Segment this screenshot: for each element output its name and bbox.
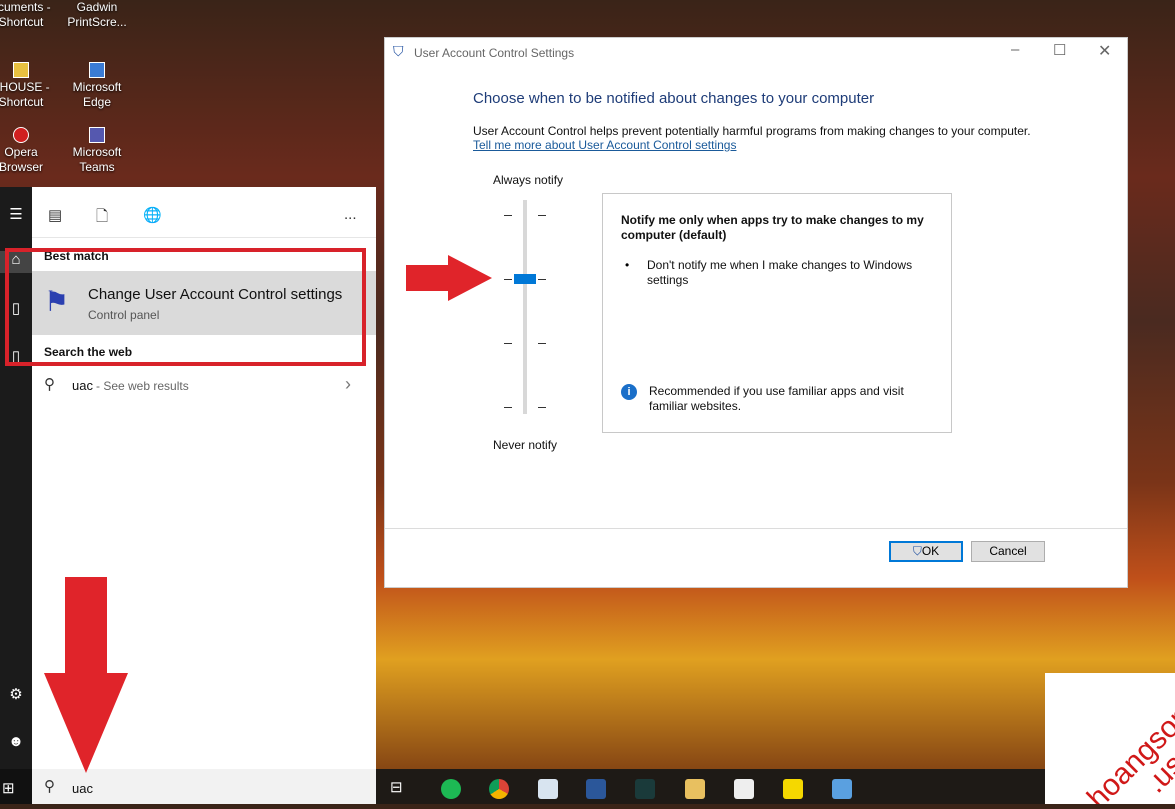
- level-description-box: Notify me only when apps try to make cha…: [602, 193, 952, 433]
- ok-label: OK: [921, 544, 940, 558]
- search-icon: ⚲: [44, 376, 55, 393]
- bullet-icon: •: [625, 258, 630, 272]
- uac-settings-window: ⛉ User Account Control Settings – ☐ ✕ Ch…: [384, 37, 1128, 588]
- search-icon: ⚲: [44, 778, 55, 795]
- icon-label: ocuments - Shortcut: [0, 0, 51, 29]
- icon-label: Microsoft Edge: [72, 80, 122, 109]
- icon-label: Gadwin PrintScre...: [67, 0, 127, 29]
- web-filter-icon[interactable]: 🌐: [143, 206, 162, 224]
- writer-icon[interactable]: [538, 779, 558, 799]
- folder-icon: [13, 62, 29, 78]
- highlight-box: [5, 248, 366, 366]
- watermark-logo: hoangson .us: [1045, 673, 1175, 809]
- slider-thumb[interactable]: [514, 274, 536, 284]
- control-panel-icon[interactable]: [832, 779, 852, 799]
- red-arrow-right: [406, 255, 492, 301]
- calculator-icon[interactable]: [734, 779, 754, 799]
- recommendation-text: Recommended if you use familiar apps and…: [649, 384, 904, 413]
- teams-icon: [89, 127, 105, 143]
- desktop-icon-documents[interactable]: ocuments - Shortcut: [0, 0, 52, 30]
- ok-button[interactable]: ⛉OK: [889, 541, 963, 562]
- task-view-icon[interactable]: ⊟: [390, 778, 403, 796]
- divider: [32, 237, 376, 238]
- dialog-description: User Account Control helps prevent poten…: [473, 124, 1031, 138]
- spotify-icon[interactable]: [441, 779, 461, 799]
- chevron-right-icon: ›: [345, 374, 351, 394]
- windows-start-button[interactable]: ⊞: [0, 769, 32, 804]
- web-query: uac: [72, 378, 93, 393]
- desktop-icon-gadwin[interactable]: Gadwin PrintScre...: [66, 0, 128, 30]
- slider-tick: [538, 215, 546, 216]
- web-result[interactable]: ⚲ uac - See web results ›: [32, 372, 376, 402]
- learn-more-link[interactable]: Tell me more about User Account Control …: [473, 138, 736, 152]
- slider-bottom-label: Never notify: [493, 438, 558, 452]
- slider-tick: [504, 279, 512, 280]
- maximize-button[interactable]: ☐: [1053, 41, 1066, 59]
- chrome-icon[interactable]: [489, 779, 509, 799]
- uac-shield-icon: ⛉: [912, 544, 922, 558]
- documents-filter-icon[interactable]: 🗋: [96, 206, 108, 231]
- app-icon[interactable]: [635, 779, 655, 799]
- desktop-icon-edge[interactable]: Microsoft Edge: [66, 62, 128, 110]
- web-suffix: - See web results: [96, 379, 189, 393]
- icon-label: Microsoft Teams: [72, 145, 122, 174]
- info-icon: i: [621, 384, 637, 400]
- search-value: uac: [72, 781, 93, 796]
- desktop-icon-ihouse[interactable]: I-HOUSE - Shortcut: [0, 62, 52, 110]
- icon-label: Opera Browser: [0, 145, 43, 174]
- uac-shield-icon: ⛉: [393, 43, 404, 59]
- apps-filter-icon[interactable]: ▤: [48, 206, 62, 224]
- sticky-notes-icon[interactable]: [783, 779, 803, 799]
- slider-tick: [504, 407, 512, 408]
- windows-logo-icon: ⊞: [2, 780, 15, 797]
- slider-tick: [504, 343, 512, 344]
- window-title: User Account Control Settings: [414, 46, 575, 60]
- minimize-button[interactable]: –: [1011, 41, 1019, 58]
- slider-tick: [504, 215, 512, 216]
- slider-top-label: Always notify: [493, 173, 564, 187]
- file-explorer-icon[interactable]: [685, 779, 705, 799]
- more-options-button[interactable]: ...: [344, 206, 357, 223]
- red-arrow-down: [44, 577, 128, 773]
- edge-icon: [89, 62, 105, 78]
- user-icon[interactable]: ☻: [0, 733, 32, 755]
- desktop-icon-teams[interactable]: Microsoft Teams: [66, 127, 128, 175]
- word-icon[interactable]: [586, 779, 606, 799]
- desktop-icon-opera[interactable]: Opera Browser: [0, 127, 52, 175]
- hamburger-menu-icon[interactable]: ☰: [0, 205, 32, 227]
- footer-divider: [385, 528, 1127, 529]
- close-button[interactable]: ✕: [1098, 41, 1111, 61]
- level-title: Notify me only when apps try to make cha…: [621, 213, 924, 242]
- slider-track: [523, 200, 527, 414]
- opera-icon: [13, 127, 29, 143]
- slider-tick: [538, 407, 546, 408]
- slider-tick: [538, 279, 546, 280]
- cancel-button[interactable]: Cancel: [971, 541, 1045, 562]
- dialog-heading: Choose when to be notified about changes…: [473, 90, 875, 107]
- settings-gear-icon[interactable]: ⚙: [0, 685, 32, 707]
- icon-label: I-HOUSE - Shortcut: [0, 80, 50, 109]
- slider-tick: [538, 343, 546, 344]
- level-bullet: Don't notify me when I make changes to W…: [647, 258, 913, 287]
